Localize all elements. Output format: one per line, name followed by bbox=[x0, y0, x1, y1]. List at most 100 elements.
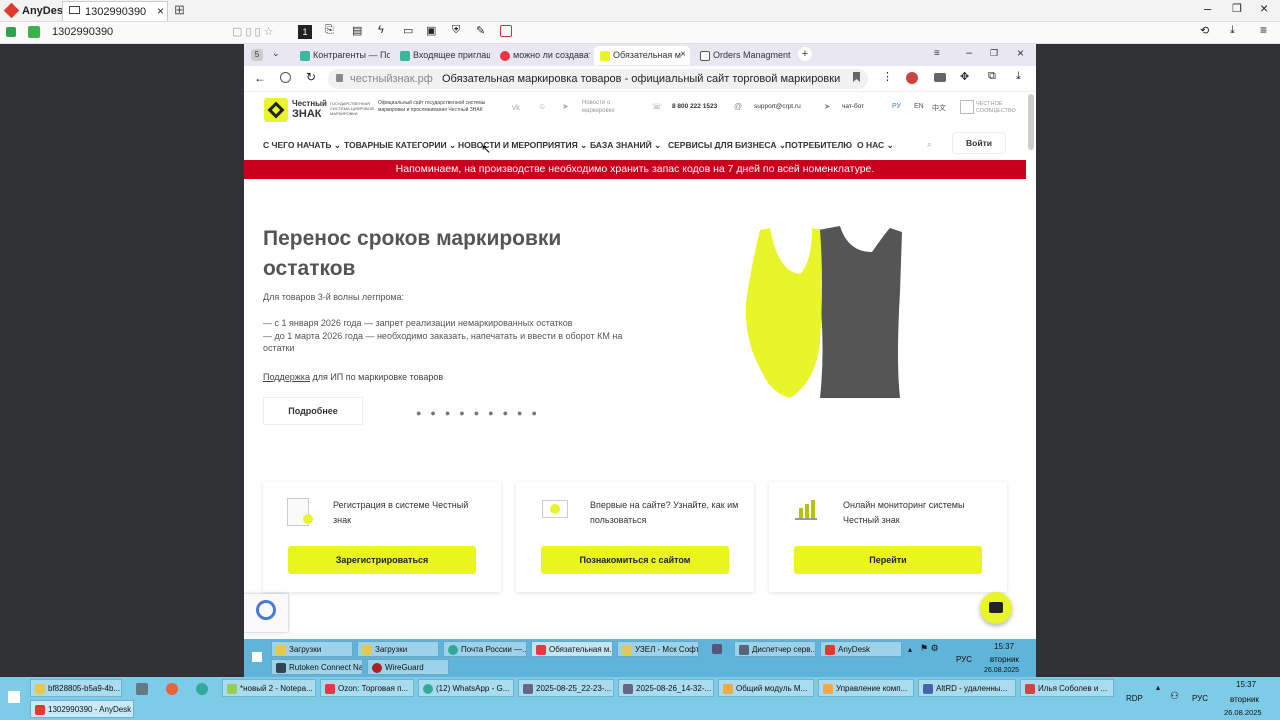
maximize-icon[interactable]: ❐ bbox=[1232, 2, 1242, 15]
collections-icon[interactable]: ⧉ bbox=[988, 70, 996, 83]
chatbot-link[interactable]: чат-бот bbox=[842, 103, 864, 110]
browser-menu-icon[interactable]: ≡ bbox=[934, 48, 940, 59]
back-icon[interactable]: ← bbox=[254, 71, 266, 85]
more-button[interactable]: Подробнее bbox=[263, 397, 363, 425]
record-icon[interactable] bbox=[500, 25, 512, 37]
tray-time[interactable]: 15:37 bbox=[1236, 680, 1256, 689]
close-tab-icon[interactable]: × bbox=[680, 49, 686, 60]
monitor-1-icon[interactable]: 1 bbox=[298, 25, 312, 39]
restore-icon[interactable]: ❐ bbox=[990, 48, 998, 59]
pinned-icon[interactable] bbox=[166, 683, 178, 695]
minimize-icon[interactable]: – bbox=[1204, 1, 1211, 16]
ok-icon[interactable]: ☺ bbox=[538, 102, 546, 111]
taskbar-item[interactable]: Диспетчер серв... bbox=[734, 641, 816, 657]
start-icon[interactable] bbox=[252, 652, 262, 662]
nav-knowledge[interactable]: БАЗА ЗНАНИЙ ⌄ bbox=[590, 140, 661, 151]
vk-icon[interactable]: vk bbox=[512, 103, 520, 112]
tray-rdp[interactable]: RDP bbox=[1126, 694, 1143, 703]
taskbar-item[interactable]: bf828805-b5a9-4b... bbox=[30, 679, 122, 697]
nav-start[interactable]: С ЧЕГО НАЧАТЬ ⌄ bbox=[263, 140, 341, 151]
taskbar-item[interactable]: Общий модуль М... bbox=[718, 679, 814, 697]
tab-kontragenty[interactable]: Контрагенты — По bbox=[294, 46, 390, 65]
taskbar-item-active[interactable]: 1302990390 - AnyDesk bbox=[30, 700, 134, 718]
more-icon[interactable]: ⋮ bbox=[882, 70, 893, 83]
nav-consumer[interactable]: ПОТРЕБИТЕЛЮ bbox=[785, 140, 852, 150]
taskbar-item[interactable]: WireGuard bbox=[367, 659, 449, 675]
lang-zh[interactable]: 中文 bbox=[932, 103, 946, 113]
toolbar-tools-icons[interactable]: ▢ ▯ ▯ ☆ bbox=[232, 25, 274, 38]
window-icon[interactable]: ▣ bbox=[426, 24, 436, 37]
reload-icon[interactable]: ↻ bbox=[306, 70, 316, 84]
yandex-icon[interactable] bbox=[280, 72, 291, 83]
taskbar-item[interactable]: (12) WhatsApp - G... bbox=[418, 679, 514, 697]
news-link[interactable]: Новости о маркировке bbox=[582, 99, 638, 115]
download-icon[interactable]: ⤓ bbox=[1230, 24, 1235, 37]
tray-lang[interactable]: РУС bbox=[956, 655, 972, 664]
pinned-icon[interactable] bbox=[136, 683, 148, 695]
minimize-icon[interactable]: – bbox=[966, 47, 972, 59]
tray-time[interactable]: 15:37 bbox=[994, 642, 1014, 651]
draw-icon[interactable]: ✎ bbox=[476, 24, 485, 37]
extension-icon[interactable] bbox=[934, 73, 946, 82]
close-icon[interactable]: × bbox=[1017, 46, 1024, 60]
taskbar-item[interactable]: AltRD - удаленны... bbox=[918, 679, 1016, 697]
tab-active-marking[interactable]: Обязательная м × bbox=[594, 46, 690, 65]
taskbar-item[interactable]: Загрузки bbox=[357, 641, 439, 657]
taskbar-item[interactable]: 2025-08-26_14-32-... bbox=[618, 679, 714, 697]
close-tab-icon[interactable]: × bbox=[157, 4, 164, 18]
search-icon[interactable]: ⌕ bbox=[927, 139, 932, 150]
tab-counter[interactable]: 5 bbox=[251, 49, 263, 61]
tabs-dropdown-icon[interactable]: ⌄ bbox=[272, 48, 280, 59]
recaptcha-badge[interactable] bbox=[244, 594, 288, 632]
taskbar-item[interactable]: *новый 2 - Notepa... bbox=[222, 679, 316, 697]
chat-widget-button[interactable] bbox=[980, 592, 1012, 624]
taskbar-item[interactable]: Ozon: Торговая п... bbox=[320, 679, 414, 697]
lang-ru[interactable]: РУ bbox=[892, 103, 901, 110]
slider-dots[interactable]: ●●●●●●●●● bbox=[416, 408, 546, 418]
support-email[interactable]: support@crpt.ru bbox=[754, 103, 801, 110]
go-button[interactable]: Перейти bbox=[794, 546, 982, 574]
tray-arrow-icon[interactable]: ▴ bbox=[908, 645, 912, 654]
taskbar-item[interactable]: УЗЕЛ - Мск Софт bbox=[617, 641, 699, 657]
network-icon[interactable]: ⚇ bbox=[1170, 691, 1179, 702]
phone-number[interactable]: 8 800 222 1523 bbox=[672, 103, 717, 110]
actions-icon[interactable]: ϟ bbox=[378, 24, 384, 36]
new-tab-icon[interactable]: ⊞ bbox=[174, 2, 185, 18]
start-icon[interactable] bbox=[8, 691, 20, 703]
tab-search[interactable]: можно ли создават bbox=[494, 46, 590, 65]
tray-icons[interactable]: ⚑ ⚙ bbox=[920, 643, 939, 654]
telegram-icon[interactable]: ➤ bbox=[562, 102, 569, 111]
new-tab-icon[interactable]: + bbox=[798, 47, 812, 61]
extension-icon[interactable] bbox=[906, 72, 918, 84]
address-field[interactable]: 1302990390 bbox=[52, 26, 113, 38]
scrollbar-thumb[interactable] bbox=[1028, 94, 1034, 150]
session-tab[interactable]: 1302990390 × bbox=[62, 1, 168, 21]
menu-icon[interactable]: ≡ bbox=[1260, 23, 1267, 37]
taskbar-item[interactable]: AnyDesk bbox=[820, 641, 902, 657]
display-icon[interactable]: ▭ bbox=[403, 24, 413, 37]
url-field[interactable]: честныйзнак.рф Обязательная маркировка т… bbox=[328, 69, 868, 89]
nav-about[interactable]: О НАС ⌄ bbox=[857, 140, 894, 151]
pinned-icon[interactable] bbox=[196, 683, 208, 695]
tray-arrow-icon[interactable]: ▴ bbox=[1156, 683, 1160, 692]
close-window-icon[interactable]: × bbox=[1260, 0, 1268, 16]
community-logo-icon[interactable] bbox=[960, 100, 974, 114]
taskbar-item[interactable]: Илья Соболев и ... bbox=[1020, 679, 1114, 697]
register-button[interactable]: Зарегистрироваться bbox=[288, 546, 476, 574]
taskbar-item[interactable]: Загрузки bbox=[271, 641, 353, 657]
nav-categories[interactable]: ТОВАРНЫЕ КАТЕГОРИИ ⌄ bbox=[344, 140, 456, 151]
taskbar-item[interactable]: Rutoken Connect Na... bbox=[271, 659, 363, 675]
community-label[interactable]: ЧЕСТНОЕ СООБЩЕСТВО bbox=[976, 101, 1016, 115]
taskbar-item[interactable]: 2025-08-25_22-23-... bbox=[518, 679, 614, 697]
extensions-icon[interactable]: ✥ bbox=[960, 70, 969, 83]
nav-services[interactable]: СЕРВИСЫ ДЛЯ БИЗНЕСА ⌄ bbox=[668, 140, 786, 151]
chat-icon[interactable]: ▤ bbox=[352, 24, 362, 37]
taskbar-item[interactable]: Управление комп... bbox=[818, 679, 914, 697]
downloads-icon[interactable]: ⤓ bbox=[1016, 70, 1021, 83]
taskbar-item[interactable]: Почта России —... bbox=[443, 641, 527, 657]
support-link[interactable]: Поддержка bbox=[263, 372, 310, 382]
tab-invite[interactable]: Входящее приглаш bbox=[394, 46, 490, 65]
history-icon[interactable]: ⟲ bbox=[1200, 24, 1209, 37]
logo-icon[interactable] bbox=[264, 98, 288, 122]
tray-lang[interactable]: РУС bbox=[1192, 694, 1208, 703]
